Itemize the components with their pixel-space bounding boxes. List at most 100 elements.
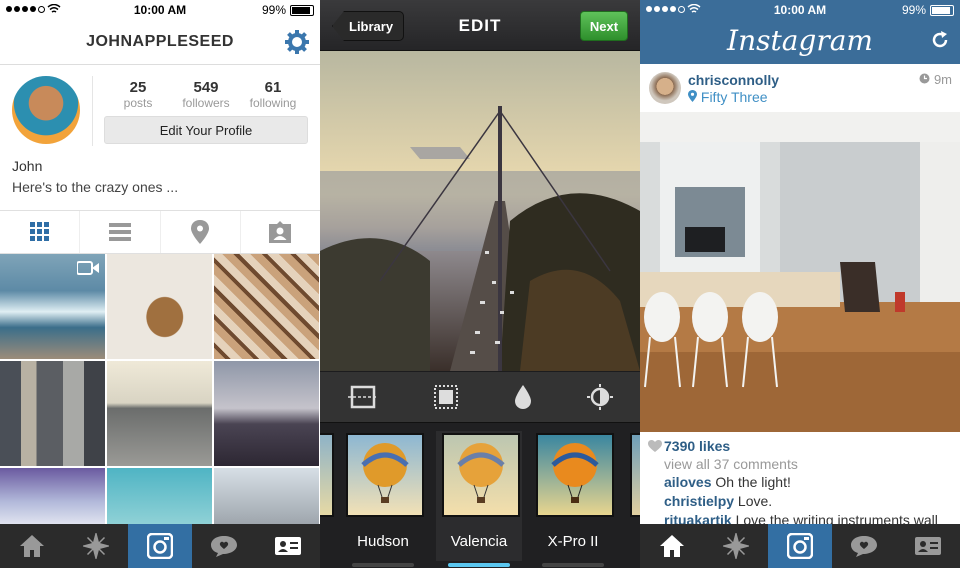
- grid-photo[interactable]: [214, 254, 319, 359]
- profile-header: JOHNAPPLESEED: [0, 20, 320, 65]
- tab-bar: [640, 524, 960, 568]
- stat-label: following: [249, 96, 297, 110]
- tab-home[interactable]: [640, 524, 704, 568]
- tab-map[interactable]: [161, 211, 241, 253]
- tab-grid[interactable]: [0, 211, 81, 253]
- filter-thumbnail: [442, 433, 520, 517]
- filter-indicator: [352, 563, 414, 567]
- instagram-logo: Instagram: [727, 24, 873, 57]
- edit-tools: [320, 372, 640, 423]
- filter-label: Hudson: [357, 533, 409, 550]
- next-button[interactable]: Next: [580, 11, 628, 41]
- like-heart-icon[interactable]: [648, 440, 662, 452]
- grid-photo[interactable]: [0, 361, 105, 466]
- feed-screen: 10:00 AM 99% Instagram chrisconnolly Fif…: [640, 0, 960, 568]
- profile-icon: [275, 537, 301, 555]
- refresh-icon[interactable]: [930, 30, 950, 50]
- map-pin-icon: [191, 220, 210, 244]
- profile-bio: Here's to the crazy ones ...: [12, 179, 179, 195]
- tab-tagged[interactable]: [241, 211, 320, 253]
- tab-profile[interactable]: [256, 524, 320, 568]
- divider: [92, 76, 93, 146]
- gear-icon[interactable]: [284, 29, 310, 55]
- border-icon[interactable]: [433, 384, 459, 410]
- grid-photo[interactable]: [107, 468, 212, 524]
- grid-photo[interactable]: [107, 361, 212, 466]
- likes-count[interactable]: 7390 likes: [664, 438, 730, 454]
- stat-posts[interactable]: 25 posts: [103, 79, 173, 110]
- news-icon: [851, 536, 877, 557]
- comment-user[interactable]: christielpy: [664, 493, 734, 509]
- post-avatar[interactable]: [649, 72, 681, 104]
- tab-list[interactable]: [80, 211, 161, 253]
- tab-news[interactable]: [192, 524, 256, 568]
- tab-news[interactable]: [832, 524, 896, 568]
- tab-explore[interactable]: [64, 524, 128, 568]
- edit-photo: [320, 51, 640, 371]
- home-icon: [660, 535, 684, 557]
- grid-photo[interactable]: [214, 468, 319, 524]
- grid-photo[interactable]: [0, 254, 105, 359]
- tab-camera[interactable]: [128, 524, 192, 568]
- tilt-shift-icon[interactable]: [514, 384, 532, 410]
- tab-camera[interactable]: [768, 524, 832, 568]
- stat-followers[interactable]: 549 followers: [171, 79, 241, 110]
- profile-screen: 10:00 AM 99% JOHNAPPLESEED 25 posts 549 …: [0, 0, 320, 568]
- feed-nav-bar: 10:00 AM 99% Instagram: [640, 0, 960, 64]
- profile-view-tabs: [0, 210, 320, 254]
- lux-icon[interactable]: [586, 384, 613, 410]
- filter-partial[interactable]: [320, 431, 336, 561]
- avatar[interactable]: [12, 76, 80, 144]
- comment-text: Oh the light!: [711, 474, 791, 490]
- tab-home[interactable]: [0, 524, 64, 568]
- camera-icon: [147, 533, 173, 559]
- comment-user[interactable]: ailoves: [664, 474, 711, 490]
- post-username[interactable]: chrisconnolly: [688, 72, 779, 88]
- filter-label: Valencia: [450, 533, 508, 550]
- camera-icon: [787, 533, 813, 559]
- tab-profile[interactable]: [896, 524, 960, 568]
- filter-valencia[interactable]: Valencia: [436, 431, 522, 567]
- filter-xpro[interactable]: X-Pro II: [530, 431, 616, 567]
- tagged-person-icon: [269, 221, 292, 243]
- filter-thumbnail: [346, 433, 424, 517]
- profile-username: JOHNAPPLESEED: [86, 33, 234, 50]
- filter-thumbnail: [536, 433, 614, 517]
- edit-screen: Library EDIT Next Hudson Valencia X-Pro …: [320, 0, 640, 568]
- post-time-label: 9m: [933, 72, 952, 87]
- balloon-icon: [361, 443, 409, 503]
- battery-icon: [290, 4, 314, 16]
- explore-icon: [83, 533, 109, 559]
- balloon-icon: [457, 443, 505, 503]
- post-location[interactable]: Fifty Three: [688, 89, 768, 105]
- stat-label: posts: [123, 96, 153, 110]
- post-photo[interactable]: [640, 112, 960, 432]
- status-bar: 10:00 AM 99%: [640, 0, 960, 20]
- explore-icon: [723, 533, 749, 559]
- tab-bar: [0, 524, 320, 568]
- edit-profile-button[interactable]: Edit Your Profile: [104, 116, 308, 144]
- stat-value: 549: [193, 79, 219, 96]
- location-label: Fifty Three: [700, 89, 768, 105]
- crop-icon[interactable]: [347, 384, 378, 410]
- battery-icon: [930, 4, 954, 16]
- battery-percent: 99%: [901, 3, 926, 17]
- comment-text: Love.: [734, 493, 773, 509]
- filter-hudson[interactable]: Hudson: [340, 431, 426, 567]
- grid-photo[interactable]: [214, 361, 319, 466]
- comment: ailoves Oh the light!: [664, 474, 791, 490]
- stat-following[interactable]: 61 following: [238, 79, 308, 110]
- comment: christielpy Love.: [664, 493, 772, 509]
- filter-indicator: [448, 563, 510, 567]
- grid-photo[interactable]: [107, 254, 212, 359]
- tab-explore[interactable]: [704, 524, 768, 568]
- grid-photo[interactable]: [0, 468, 105, 524]
- location-pin-icon: [688, 90, 697, 102]
- home-icon: [20, 535, 44, 557]
- status-bar: 10:00 AM 99%: [0, 0, 320, 20]
- view-all-comments-link[interactable]: view all 37 comments: [664, 456, 798, 472]
- edit-nav-bar: Library EDIT Next: [320, 0, 640, 51]
- filter-indicator: [542, 563, 604, 567]
- profile-icon: [915, 537, 941, 555]
- filter-partial[interactable]: [624, 431, 640, 561]
